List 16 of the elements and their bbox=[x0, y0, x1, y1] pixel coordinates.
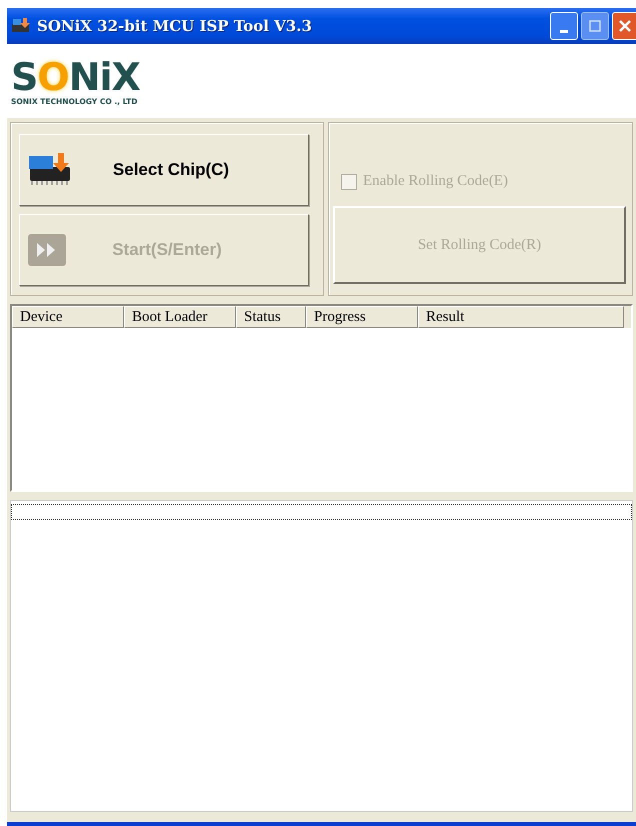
close-icon bbox=[618, 19, 632, 33]
logo-wordmark: SONiX bbox=[11, 56, 140, 96]
fast-forward-icon bbox=[28, 234, 66, 266]
column-header[interactable]: Result bbox=[418, 306, 624, 328]
action-button[interactable]: Select Chip(C) bbox=[19, 134, 309, 206]
column-header[interactable]: Status bbox=[236, 306, 306, 328]
column-header[interactable]: Device bbox=[12, 306, 124, 328]
maximize-button[interactable] bbox=[581, 12, 609, 40]
close-button[interactable] bbox=[612, 12, 636, 40]
column-header[interactable]: Boot Loader bbox=[124, 306, 236, 328]
chip-icon bbox=[11, 17, 31, 35]
window-title: SONiX 32-bit MCU ISP Tool V3.3 bbox=[37, 17, 313, 35]
minimize-icon bbox=[560, 30, 568, 32]
maximize-icon bbox=[589, 20, 601, 32]
column-header[interactable]: Progress bbox=[306, 306, 418, 328]
minimize-button[interactable] bbox=[550, 12, 578, 40]
